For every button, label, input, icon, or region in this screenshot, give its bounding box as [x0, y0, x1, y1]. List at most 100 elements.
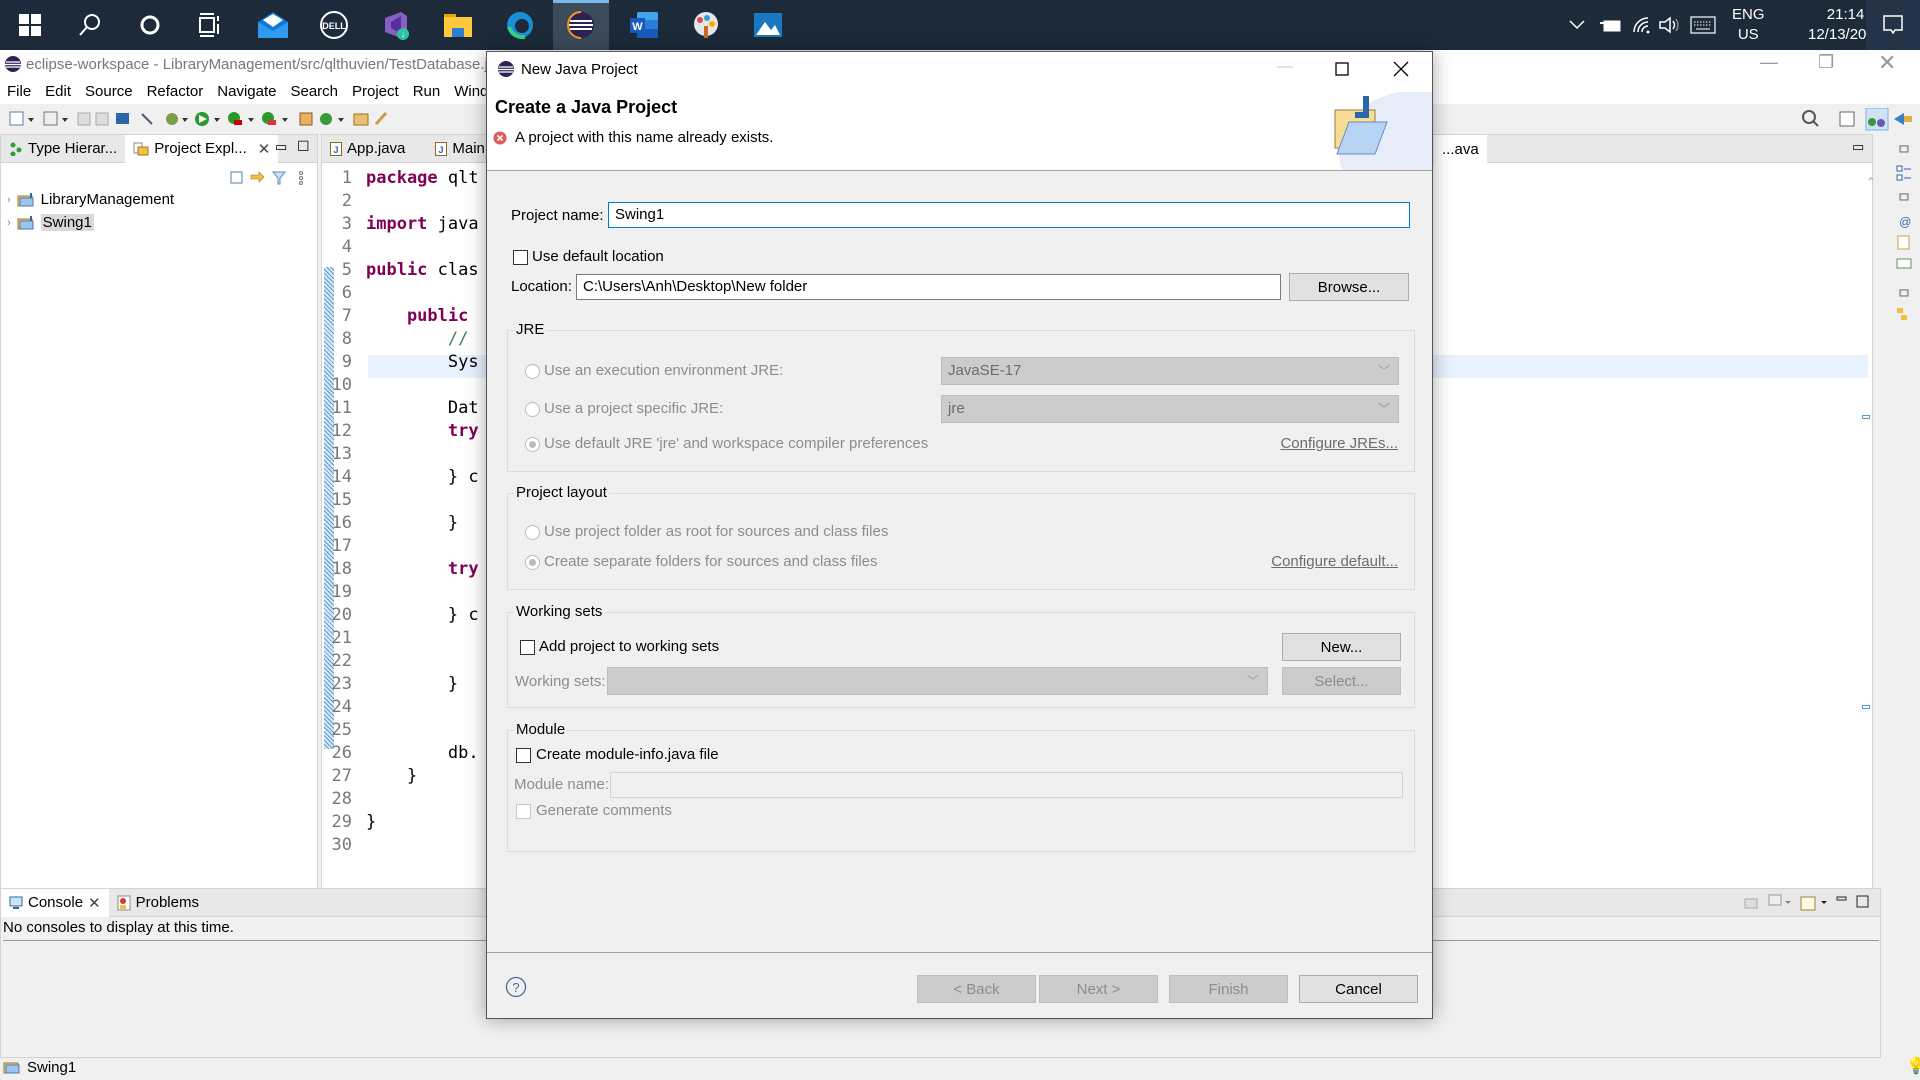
dialog-maximize-button[interactable]	[1335, 62, 1349, 76]
tab-project-explorer[interactable]: Project Expl... ✕	[125, 134, 279, 163]
dialog-close-button[interactable]	[1393, 61, 1409, 77]
new-working-set-button[interactable]: New...	[1282, 633, 1401, 661]
task-view-button[interactable]	[182, 0, 238, 50]
wifi-indicator[interactable]	[1632, 0, 1654, 50]
menu-run[interactable]: Run	[406, 83, 448, 100]
code-line[interactable]: 17	[322, 535, 479, 558]
maximize-view-icon[interactable]: ☐	[297, 138, 310, 155]
menu-edit[interactable]: Edit	[38, 83, 78, 100]
code-line[interactable]: 9 Sys	[322, 351, 479, 374]
help-button[interactable]: ?	[505, 976, 527, 998]
code-line[interactable]: 27 }	[322, 765, 479, 788]
back-button[interactable]: < Back	[917, 975, 1036, 1003]
dialog-minimize-button[interactable]: —	[1277, 58, 1293, 76]
minimize-view-icon[interactable]: ▭	[275, 139, 287, 155]
menu-navigate[interactable]: Navigate	[210, 83, 283, 100]
code-line[interactable]: 24	[322, 696, 479, 719]
tree-item-librarymanagement[interactable]: › LibraryManagement	[7, 191, 174, 208]
generate-comments-checkbox[interactable]	[516, 804, 531, 819]
code-line[interactable]: 2	[322, 190, 479, 213]
overview-ruler-marker[interactable]	[1862, 705, 1870, 709]
start-button[interactable]	[2, 0, 58, 50]
minimize-button[interactable]: —	[1760, 52, 1778, 73]
code-line[interactable]: 11 Dat	[322, 397, 479, 420]
code-line[interactable]: 8 //	[322, 328, 479, 351]
dell-app-button[interactable]: DELL	[306, 0, 362, 50]
photos-button[interactable]	[740, 0, 796, 50]
code-line[interactable]: 6	[322, 282, 479, 305]
next-button[interactable]: Next >	[1039, 975, 1158, 1003]
tab-console[interactable]: Console ✕	[1, 888, 109, 917]
code-line[interactable]: 5 public clas	[322, 259, 479, 282]
code-editor[interactable]: 1 package qlt 2 3 import java 4 5 public clas 6 7…	[322, 167, 479, 857]
add-to-working-sets-checkbox[interactable]	[520, 640, 535, 655]
code-line[interactable]: 28	[322, 788, 479, 811]
radio-default-jre[interactable]	[525, 437, 540, 452]
menu-file[interactable]: File	[0, 83, 38, 100]
code-line[interactable]: 30	[322, 834, 479, 857]
editor-tab-testdatabase[interactable]: ...ava	[1434, 135, 1487, 163]
radio-project-folder-root[interactable]	[525, 525, 540, 540]
code-line[interactable]: 20 } c	[322, 604, 479, 627]
tab-problems[interactable]: Problems	[109, 889, 207, 917]
code-line[interactable]: 22	[322, 650, 479, 673]
menu-source[interactable]: Source	[78, 83, 140, 100]
mail-app-button[interactable]	[245, 0, 301, 50]
radio-project-specific-jre[interactable]	[525, 402, 540, 417]
code-line[interactable]: 19	[322, 581, 479, 604]
show-hidden-icons-button[interactable]	[1568, 0, 1586, 50]
file-explorer-button[interactable]	[430, 0, 486, 50]
code-line[interactable]: 18 try	[322, 558, 479, 581]
configure-jres-link[interactable]: Configure JREs...	[1280, 435, 1398, 452]
configure-default-link[interactable]: Configure default...	[1271, 553, 1398, 570]
code-line[interactable]: 21	[322, 627, 479, 650]
search-button[interactable]	[62, 0, 118, 50]
tree-item-swing1[interactable]: › Swing1	[7, 214, 94, 231]
code-line[interactable]: 7 public	[322, 305, 479, 328]
code-line[interactable]: 26 db.	[322, 742, 479, 765]
paint-button[interactable]	[678, 0, 734, 50]
code-line[interactable]: 14 } c	[322, 466, 479, 489]
volume-indicator[interactable]	[1658, 0, 1682, 50]
menu-project[interactable]: Project	[345, 83, 406, 100]
minimize-editor-icon[interactable]: ▭	[1852, 139, 1864, 155]
eclipse-taskbar-button[interactable]	[553, 0, 609, 50]
menu-search[interactable]: Search	[283, 83, 345, 100]
overview-ruler-marker[interactable]	[1862, 415, 1870, 419]
module-name-input[interactable]	[610, 772, 1403, 798]
code-line[interactable]: 15	[322, 489, 479, 512]
code-line[interactable]: 4	[322, 236, 479, 259]
code-line[interactable]: 12 try	[322, 420, 479, 443]
finish-button[interactable]: Finish	[1169, 975, 1288, 1003]
visual-studio-installer-button[interactable]: ↓	[368, 0, 424, 50]
use-default-location-checkbox[interactable]	[513, 250, 528, 265]
radio-execution-environment[interactable]	[525, 364, 540, 379]
expand-chevron-icon[interactable]: ›	[7, 194, 11, 206]
close-tab-icon[interactable]: ✕	[258, 140, 271, 158]
word-button[interactable]: W	[616, 0, 672, 50]
browse-button[interactable]: Browse...	[1289, 273, 1409, 301]
code-line[interactable]: 25	[322, 719, 479, 742]
scroll-up-icon[interactable]: ⌃	[1866, 175, 1876, 189]
code-line[interactable]: 23 }	[322, 673, 479, 696]
execution-environment-select[interactable]: JavaSE-17 ﹀	[941, 357, 1399, 385]
input-language-indicator[interactable]: ENG US	[1732, 0, 1765, 50]
menu-refactor[interactable]: Refactor	[140, 83, 211, 100]
cortana-button[interactable]	[122, 0, 178, 50]
restore-button[interactable]: ❐	[1818, 52, 1834, 73]
create-module-info-checkbox[interactable]	[516, 748, 531, 763]
project-specific-jre-select[interactable]: jre ﹀	[941, 395, 1399, 423]
code-line[interactable]: 16 }	[322, 512, 479, 535]
radio-separate-folders[interactable]	[525, 555, 540, 570]
expand-chevron-icon[interactable]: ›	[7, 217, 11, 229]
tab-type-hierarchy[interactable]: Type Hierar...	[1, 135, 125, 163]
location-input[interactable]: C:\Users\Anh\Desktop\New folder	[576, 274, 1281, 300]
code-line[interactable]: 13	[322, 443, 479, 466]
code-line[interactable]: 29}	[322, 811, 479, 834]
select-working-sets-button[interactable]: Select...	[1282, 667, 1401, 695]
code-line[interactable]: 10	[322, 374, 479, 397]
working-sets-select[interactable]: ﹀	[607, 667, 1268, 695]
tip-lightbulb-icon[interactable]: 💡	[1906, 1056, 1920, 1076]
project-name-input[interactable]: Swing1	[608, 202, 1410, 228]
code-line[interactable]: 1 package qlt	[322, 167, 479, 190]
